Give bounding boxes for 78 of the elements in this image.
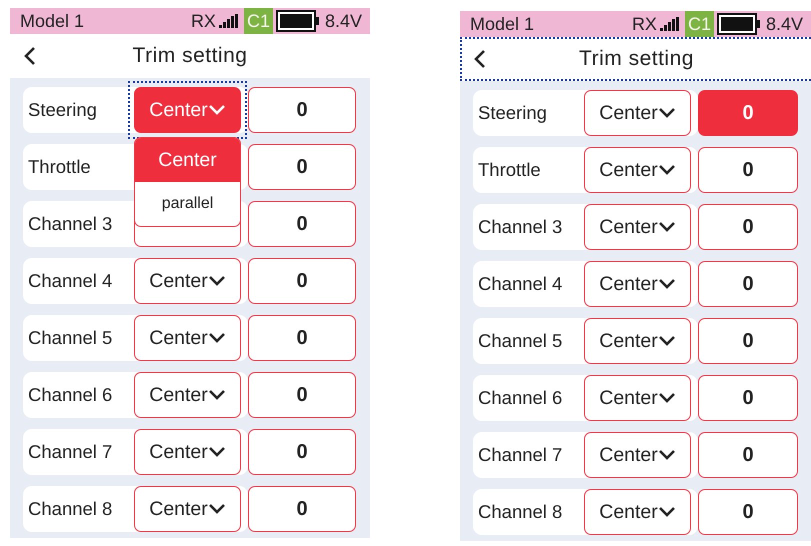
receiver-label: RX — [190, 10, 216, 32]
caret-icon — [658, 449, 676, 461]
channel-label: Steering — [27, 99, 98, 121]
channel-label: Channel 4 — [27, 270, 114, 292]
mode-select[interactable]: Center — [584, 261, 691, 307]
caret-icon — [658, 278, 676, 290]
voltage-reading: 8.4V — [766, 14, 803, 34]
trim-value-field[interactable]: 0 — [248, 201, 356, 247]
trim-value-field[interactable]: 0 — [698, 90, 798, 136]
channel-label: Channel 6 — [477, 387, 564, 409]
trim-value-field[interactable]: 0 — [248, 144, 356, 190]
channel-badge: C1 — [684, 11, 714, 37]
mode-select[interactable]: Center — [584, 318, 691, 364]
mode-select[interactable]: Center — [134, 429, 241, 475]
channel-label: Channel 5 — [477, 330, 564, 352]
channel-label: Channel 7 — [477, 444, 564, 466]
caret-icon — [658, 392, 676, 404]
channel-label: Channel 3 — [27, 213, 114, 235]
trim-value-field[interactable]: 0 — [248, 258, 356, 304]
caret-icon — [658, 164, 676, 176]
trim-value-field[interactable]: 0 — [698, 318, 798, 364]
caret-icon — [208, 389, 226, 401]
back-icon[interactable] — [23, 46, 37, 66]
mode-select[interactable]: Center — [584, 489, 691, 535]
channel-label: Channel 6 — [27, 384, 114, 406]
trim-value-field[interactable]: 0 — [248, 486, 356, 532]
trim-value-field[interactable]: 0 — [248, 315, 356, 361]
mode-select[interactable]: Center — [134, 87, 241, 133]
mode-select[interactable]: Center — [134, 486, 241, 532]
channel-label: Channel 8 — [27, 498, 114, 520]
battery-icon — [276, 10, 320, 32]
channel-label: Steering — [477, 102, 548, 124]
caret-icon — [208, 332, 226, 344]
back-icon[interactable] — [473, 49, 487, 69]
signal-icon — [660, 17, 680, 31]
channel-label: Channel 5 — [27, 327, 114, 349]
channel-label: Throttle — [477, 159, 542, 181]
signal-icon — [218, 14, 239, 28]
dropdown-option[interactable]: parallel — [135, 182, 240, 226]
channel-label: Channel 4 — [477, 273, 564, 295]
screen-title: Trim setting — [132, 44, 248, 68]
trim-value-field[interactable]: 0 — [248, 372, 356, 418]
caret-icon — [658, 335, 676, 347]
caret-icon — [208, 104, 226, 116]
voltage-reading: 8.4V — [324, 10, 362, 32]
trim-value-field[interactable]: 0 — [698, 261, 798, 307]
caret-icon — [208, 446, 226, 458]
battery-icon — [716, 13, 761, 35]
mode-select[interactable]: Center — [584, 90, 691, 136]
model-name: Model 1 — [20, 10, 84, 32]
trim-value-field[interactable]: 0 — [248, 87, 356, 133]
trim-value-field[interactable]: 0 — [698, 375, 798, 421]
channel-label: Channel 3 — [477, 216, 564, 238]
trim-value-field[interactable]: 0 — [698, 204, 798, 250]
channel-label: Channel 8 — [477, 501, 564, 523]
mode-select[interactable]: Center — [584, 432, 691, 478]
caret-icon — [658, 506, 676, 518]
receiver-label: RX — [632, 14, 657, 34]
mode-select[interactable]: Center — [584, 204, 691, 250]
dropdown-option[interactable]: Center — [135, 138, 240, 182]
trim-value-field[interactable]: 0 — [698, 432, 798, 478]
mode-select[interactable]: Center — [134, 315, 241, 361]
mode-select[interactable]: Center — [584, 147, 691, 193]
model-name: Model 1 — [470, 14, 534, 34]
trim-value-field[interactable]: 0 — [698, 147, 798, 193]
channel-badge: C1 — [244, 8, 273, 34]
caret-icon — [658, 107, 676, 119]
trim-value-field[interactable]: 0 — [698, 489, 798, 535]
caret-icon — [208, 275, 226, 287]
mode-select[interactable]: Center — [134, 258, 241, 304]
channel-label: Channel 7 — [27, 441, 114, 463]
mode-select[interactable]: Center — [584, 375, 691, 421]
trim-value-field[interactable]: 0 — [248, 429, 356, 475]
caret-icon — [658, 221, 676, 233]
screen-title: Trim setting — [579, 47, 694, 71]
mode-select[interactable]: Center — [134, 372, 241, 418]
channel-label: Throttle — [27, 156, 92, 178]
caret-icon — [208, 503, 226, 515]
